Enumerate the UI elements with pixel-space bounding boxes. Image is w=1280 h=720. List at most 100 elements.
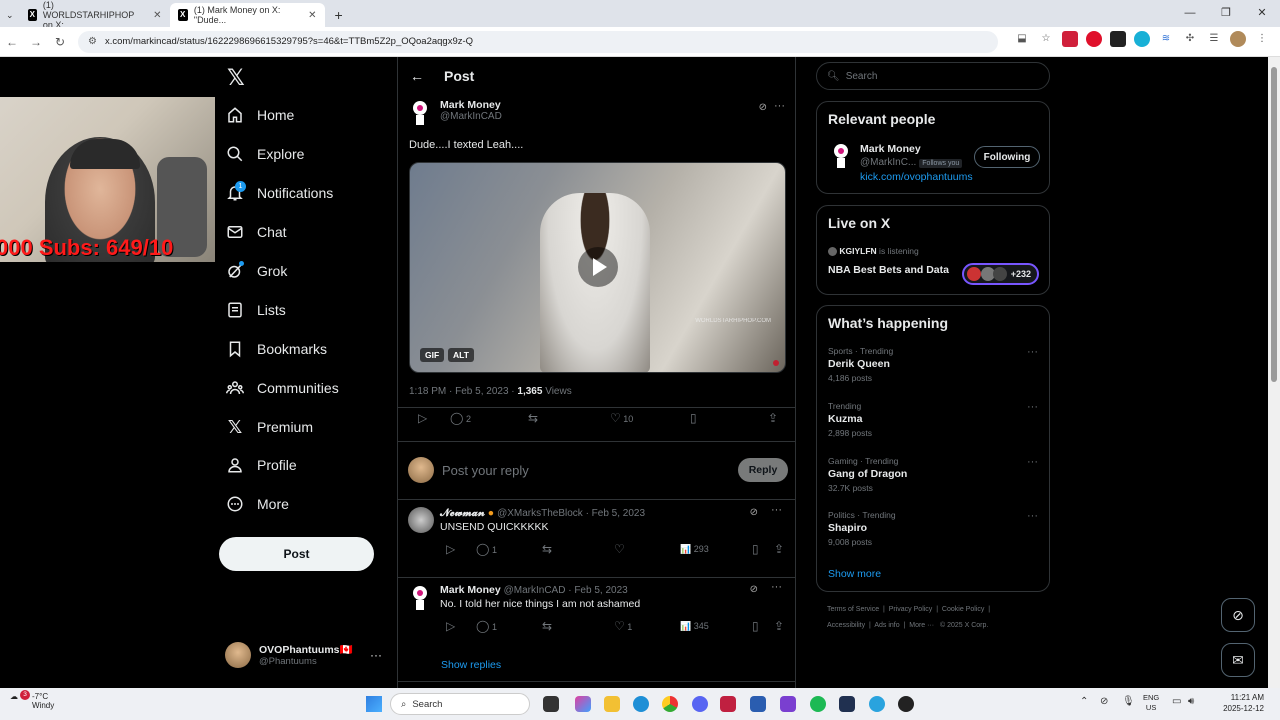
- reload-icon[interactable]: ↻: [48, 35, 72, 49]
- scrollbar-thumb[interactable]: [1271, 67, 1277, 382]
- microphone-icon[interactable]: 🎙︎: [1122, 696, 1135, 707]
- monitor-app-icon[interactable]: [750, 696, 766, 712]
- views-action[interactable]: 📊 345: [680, 621, 709, 632]
- following-button[interactable]: Following: [974, 146, 1040, 168]
- reply-author[interactable]: Mark Money: [440, 584, 501, 596]
- display-icon[interactable]: ▭: [1172, 696, 1181, 707]
- space-title[interactable]: NBA Best Bets and Data: [828, 264, 949, 276]
- nav-premium[interactable]: 𝕏 Premium: [225, 409, 313, 445]
- more-dots-icon[interactable]: ···: [1027, 456, 1038, 468]
- play-circle-icon[interactable]: ▷: [446, 542, 455, 556]
- views-action[interactable]: 📊 293: [680, 544, 709, 555]
- messages-fab[interactable]: ✉: [1221, 643, 1255, 677]
- windows-start-icon[interactable]: [366, 696, 382, 712]
- alt-badge[interactable]: ALT: [448, 348, 474, 362]
- extension-wave-icon[interactable]: ≋: [1158, 31, 1174, 47]
- more-dots-icon[interactable]: ···: [370, 648, 382, 662]
- share-icon[interactable]: ⇪: [774, 619, 784, 633]
- browser-tab-1[interactable]: X (1) WORLDSTARHIPHOP on X: ✕: [20, 0, 170, 30]
- x-logo-icon[interactable]: 𝕏: [227, 65, 245, 91]
- nav-chat[interactable]: Chat: [225, 214, 287, 250]
- person-info[interactable]: Mark Money @MarkInC... Follows you kick.c…: [860, 143, 973, 183]
- bookmark-star-icon[interactable]: ☆: [1038, 31, 1054, 47]
- close-icon[interactable]: ✕: [153, 10, 161, 21]
- grok-icon[interactable]: ⊘: [750, 507, 758, 518]
- tray-chevron-icon[interactable]: ⌃: [1080, 696, 1088, 707]
- more-dots-icon[interactable]: ···: [1027, 401, 1038, 413]
- heart-icon[interactable]: ♡: [614, 542, 625, 556]
- page-scrollbar[interactable]: [1268, 57, 1280, 688]
- listeners-pill[interactable]: +232: [962, 263, 1039, 285]
- retweet-icon[interactable]: ⇆: [542, 542, 552, 556]
- nav-communities[interactable]: Communities: [225, 370, 339, 406]
- reply-author[interactable]: 𝓝𝓮𝔀𝓶𝓪𝓷: [440, 507, 485, 519]
- url-input[interactable]: ⚙ x.com/markincad/status/162229869661532…: [78, 30, 998, 53]
- play-circle-icon[interactable]: ▷: [446, 619, 455, 633]
- more-dots-icon[interactable]: ···: [1027, 346, 1038, 358]
- search-input[interactable]: 🔍︎ Search: [816, 62, 1050, 90]
- trend-item[interactable]: Gaming · Trending Gang of Dragon 32.7K p…: [828, 456, 1038, 493]
- close-icon[interactable]: ✕: [308, 10, 316, 21]
- next-app-icon[interactable]: [720, 696, 736, 712]
- footer-link[interactable]: Privacy Policy: [889, 606, 933, 613]
- footer-link[interactable]: Ads info: [874, 622, 899, 629]
- nav-profile[interactable]: Profile: [225, 447, 297, 483]
- trend-item[interactable]: Trending Kuzma 2,898 posts ···: [828, 401, 1038, 438]
- post-button[interactable]: Post: [219, 537, 374, 571]
- chrome-icon[interactable]: [662, 696, 678, 712]
- edge-icon[interactable]: [633, 696, 649, 712]
- browser-tab-2[interactable]: X (1) Mark Money on X: "Dude... ✕: [169, 3, 325, 27]
- footer-link[interactable]: Terms of Service: [827, 606, 879, 613]
- like-action[interactable]: ♡ 1: [614, 619, 632, 633]
- nav-notifications[interactable]: 1 Notifications: [225, 175, 333, 211]
- extension-red-icon[interactable]: [1062, 31, 1078, 47]
- more-dots-icon[interactable]: ···: [1027, 510, 1038, 522]
- language-indicator[interactable]: ENG US: [1143, 693, 1159, 713]
- spotify-icon[interactable]: [810, 696, 826, 712]
- play-icon[interactable]: [578, 247, 618, 287]
- bookmark-icon[interactable]: ▯: [752, 619, 759, 633]
- site-info-icon[interactable]: ⚙: [88, 36, 97, 47]
- menu-icon[interactable]: ⋮: [1254, 31, 1270, 47]
- trend-item[interactable]: Politics · Trending Shapiro 9,008 posts …: [828, 510, 1038, 547]
- footer-link[interactable]: More ···: [909, 622, 934, 629]
- nav-bookmarks[interactable]: Bookmarks: [225, 331, 327, 367]
- nav-grok[interactable]: Grok: [225, 253, 287, 289]
- file-explorer-icon[interactable]: [604, 696, 620, 712]
- network-icon[interactable]: ⊘: [1100, 696, 1108, 707]
- reply-action[interactable]: ◯ 2: [450, 411, 471, 425]
- more-dots-icon[interactable]: ···: [774, 100, 785, 112]
- live-host-row[interactable]: KGIYLFN is listening: [828, 246, 919, 257]
- extension-pinterest-icon[interactable]: [1086, 31, 1102, 47]
- retweet-icon[interactable]: ⇆: [542, 619, 552, 633]
- reply-item[interactable]: Mark Money @MarkInCAD · Feb 5, 2023 No. …: [408, 581, 788, 659]
- obs-icon[interactable]: [898, 696, 914, 712]
- nav-lists[interactable]: Lists: [225, 292, 286, 328]
- reply-action[interactable]: ◯ 1: [476, 542, 497, 556]
- weather-widget[interactable]: ☁ 3 -7°C Windy: [10, 690, 54, 710]
- grok-fab[interactable]: ⊘: [1221, 598, 1255, 632]
- puzzle-icon[interactable]: ✣: [1182, 31, 1198, 47]
- new-tab-button[interactable]: +: [325, 3, 353, 27]
- more-dots-icon[interactable]: ···: [771, 504, 782, 516]
- close-window-button[interactable]: ✕: [1244, 0, 1280, 27]
- clock[interactable]: 11:21 AM 2025-12-12: [1223, 692, 1264, 714]
- nav-more[interactable]: More: [225, 486, 289, 522]
- discord-icon[interactable]: [692, 696, 708, 712]
- profile-avatar-icon[interactable]: [1230, 31, 1246, 47]
- avatar[interactable]: [829, 142, 853, 170]
- author-handle[interactable]: @MarkInCAD: [440, 111, 502, 122]
- taskbar-search[interactable]: ⌕ Search: [390, 693, 530, 715]
- footer-link[interactable]: Cookie Policy: [942, 606, 984, 613]
- bookmark-icon[interactable]: ▯: [690, 411, 697, 425]
- reply-button[interactable]: Reply: [738, 458, 788, 482]
- share-icon[interactable]: ⇪: [774, 542, 784, 556]
- footer-link[interactable]: Accessibility: [827, 622, 865, 629]
- telegram-icon[interactable]: [869, 696, 885, 712]
- author-name[interactable]: Mark Money: [440, 99, 502, 111]
- play-circle-icon[interactable]: ▷: [418, 411, 427, 425]
- sidebar-icon[interactable]: ☰: [1206, 31, 1222, 47]
- reply-item[interactable]: 𝓝𝓮𝔀𝓶𝓪𝓷 ● @XMarksTheBlock · Feb 5, 2023 U…: [408, 504, 788, 577]
- maximize-button[interactable]: ❐: [1208, 0, 1244, 27]
- tab-list-button[interactable]: ⌄: [0, 3, 20, 27]
